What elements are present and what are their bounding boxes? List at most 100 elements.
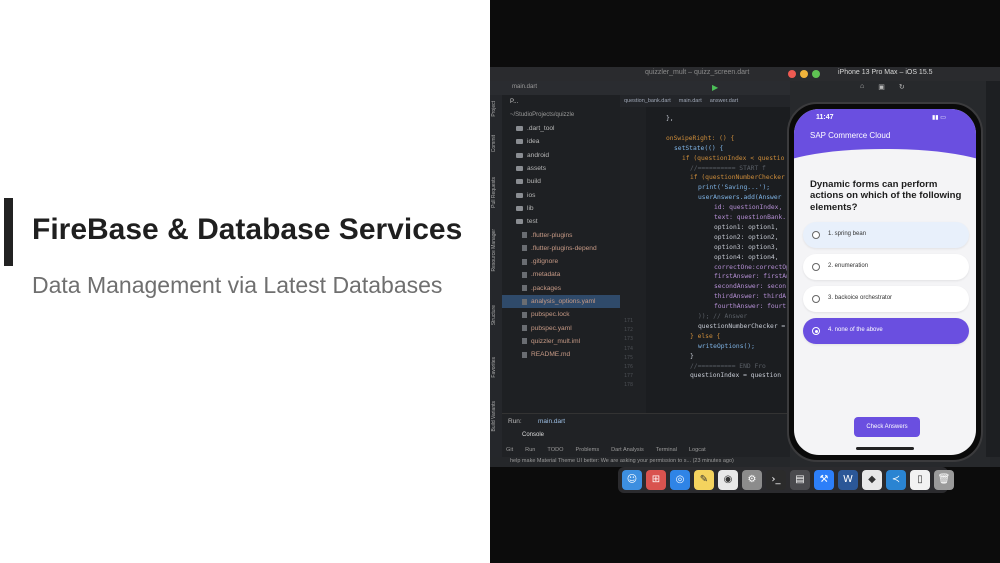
bottom-tool-tab[interactable]: Git xyxy=(506,447,513,453)
editor-tab[interactable]: question_bank.dart xyxy=(624,95,671,107)
xcode-icon[interactable]: ⚒ xyxy=(814,470,834,490)
project-panel-header[interactable]: P... xyxy=(502,95,620,109)
bottom-tool-tabs: Git Run TODO Problems Dart Analysis Terminal L… xyxy=(506,447,706,453)
tool-window-tab[interactable]: Build Variants xyxy=(491,401,497,431)
code-line: } else { xyxy=(690,332,721,340)
file-tree-item[interactable]: .dart_tool xyxy=(502,122,620,135)
bottom-tool-tab[interactable]: TODO xyxy=(547,447,563,453)
project-root[interactable]: ~/StudioProjects/quizzle xyxy=(502,109,620,118)
quiz-question: Dynamic forms can perform actions on whi… xyxy=(810,179,962,213)
check-answers-button[interactable]: Check Answers xyxy=(854,417,920,437)
screenshot-icon[interactable]: ▣ xyxy=(878,83,885,91)
code-line: userAnswers.add(Answer xyxy=(698,194,782,202)
battery-icon: ▮▮ ▭ xyxy=(932,115,946,121)
file-tree-item[interactable]: analysis_options.yaml xyxy=(502,294,620,309)
editor-tab[interactable]: answer.dart xyxy=(710,95,738,107)
file-tree-item[interactable]: pubspec.lock xyxy=(502,308,620,321)
file-tree-label: .flutter-plugins xyxy=(531,231,573,239)
code-line: firstAnswer: firstAns xyxy=(714,273,790,281)
word-icon[interactable]: W xyxy=(838,470,858,490)
file-tree-label: android xyxy=(527,151,549,159)
code-line: if (questionIndex < questio xyxy=(682,154,785,162)
file-tree-item[interactable]: assets xyxy=(502,162,620,175)
code-line: }, xyxy=(666,115,674,122)
vscode-icon[interactable]: ≺ xyxy=(886,470,906,490)
bottom-tool-tab[interactable]: Terminal xyxy=(656,447,677,453)
file-tree-item[interactable]: test xyxy=(502,215,620,228)
file-tree-item[interactable]: quizzler_mult.iml xyxy=(502,335,620,348)
file-tree-label: lib xyxy=(527,204,534,212)
line-number: 174 xyxy=(624,345,634,352)
answer-option[interactable]: 2. enumeration xyxy=(803,254,969,280)
close-window-button[interactable] xyxy=(788,70,796,78)
bottom-tool-tab[interactable]: Problems xyxy=(575,447,599,453)
zoom-window-button[interactable] xyxy=(812,70,820,78)
line-number-gutter: 171 172 173 174 175 176 177 178 xyxy=(620,107,646,413)
file-tree-item[interactable]: README.md xyxy=(502,348,620,361)
code-editor[interactable]: question_bank.dart main.dart answer.dart 1… xyxy=(620,95,790,413)
answer-option[interactable]: 1. spring bean xyxy=(803,222,969,248)
file-tree-label: ios xyxy=(527,191,536,199)
safari-icon[interactable]: ◎ xyxy=(670,470,690,490)
radio-button[interactable] xyxy=(812,327,820,335)
run-tab[interactable]: main.dart xyxy=(538,418,565,425)
status-message[interactable]: help make Material Theme UI better: We a… xyxy=(510,458,734,464)
answer-option-label: 4. none of the above xyxy=(828,327,883,333)
radio-button[interactable] xyxy=(812,295,820,303)
document-icon[interactable]: ▯ xyxy=(910,470,930,490)
chrome-icon[interactable]: ◉ xyxy=(718,470,738,490)
tool-window-tab[interactable]: Resource Manager xyxy=(491,229,497,272)
line-number: 171 xyxy=(624,318,634,324)
code-line: id: questionIndex, xyxy=(714,204,783,212)
minimize-window-button[interactable] xyxy=(800,70,808,78)
file-tree-item[interactable]: pubspec.yaml xyxy=(502,321,620,334)
answer-option[interactable]: 4. none of the above xyxy=(803,318,969,344)
answer-option[interactable]: 3. backoice orchestrator xyxy=(803,286,969,312)
file-tree-item[interactable]: android xyxy=(502,149,620,162)
run-config-select[interactable]: main.dart xyxy=(512,84,537,90)
code-line: text: questionBank. xyxy=(714,214,787,221)
tool-window-tab[interactable]: Project xyxy=(491,101,497,117)
file-icon xyxy=(522,311,527,318)
tool-window-tab[interactable]: Favorites xyxy=(491,357,497,378)
file-icon xyxy=(522,271,527,278)
tool-window-tab[interactable]: Commit xyxy=(491,135,497,152)
folder-icon xyxy=(516,219,523,225)
file-tree-item[interactable]: idea xyxy=(502,135,620,148)
folder-icon xyxy=(516,139,523,145)
tool-window-tab[interactable]: Structure xyxy=(491,305,497,325)
settings-icon[interactable]: ⚙ xyxy=(742,470,762,490)
line-number: 177 xyxy=(624,373,634,380)
bottom-tool-tab[interactable]: Logcat xyxy=(689,447,706,453)
run-icon[interactable]: ▶ xyxy=(712,83,718,92)
file-tree-item[interactable]: lib xyxy=(502,202,620,215)
file-tree-item[interactable]: .flutter-plugins xyxy=(502,228,620,241)
home-icon[interactable]: ⌂ xyxy=(860,83,864,91)
radio-button[interactable] xyxy=(812,263,820,271)
notes-icon[interactable]: ✎ xyxy=(694,470,714,490)
file-icon xyxy=(522,245,527,252)
terminal-icon[interactable]: ›_ xyxy=(766,470,786,490)
ide-window: main.dart ▶ Project Commit Pull Requests Re… xyxy=(490,81,790,467)
file-icon xyxy=(522,298,527,305)
file-tree-item[interactable]: ios xyxy=(502,188,620,201)
file-tree-item[interactable]: .flutter-plugins-depend xyxy=(502,242,620,255)
finder-icon[interactable]: ☺ xyxy=(622,470,642,490)
bottom-tool-tab[interactable]: Dart Analysis xyxy=(611,447,644,453)
file-tree-item[interactable]: build xyxy=(502,175,620,188)
launchpad-icon[interactable]: ⊞ xyxy=(646,470,666,490)
rotate-icon[interactable]: ↻ xyxy=(899,83,905,91)
android-studio-icon[interactable]: ◆ xyxy=(862,470,882,490)
editor-tab[interactable]: main.dart xyxy=(679,95,702,107)
console-tab[interactable]: Console xyxy=(522,432,544,438)
project-panel: P... ~/StudioProjects/quizzle .dart_tool… xyxy=(502,95,620,413)
bottom-tool-tab[interactable]: Run xyxy=(525,447,535,453)
line-number: 173 xyxy=(624,336,634,343)
trash-icon[interactable]: 🗑 xyxy=(934,470,954,490)
file-tree-item[interactable]: .gitignore xyxy=(502,255,620,268)
file-tree-item[interactable]: .metadata xyxy=(502,268,620,281)
file-tree-item[interactable]: .packages xyxy=(502,282,620,295)
simulator-icon[interactable]: ▤ xyxy=(790,470,810,490)
tool-window-tab[interactable]: Pull Requests xyxy=(491,177,497,208)
radio-button[interactable] xyxy=(812,231,820,239)
